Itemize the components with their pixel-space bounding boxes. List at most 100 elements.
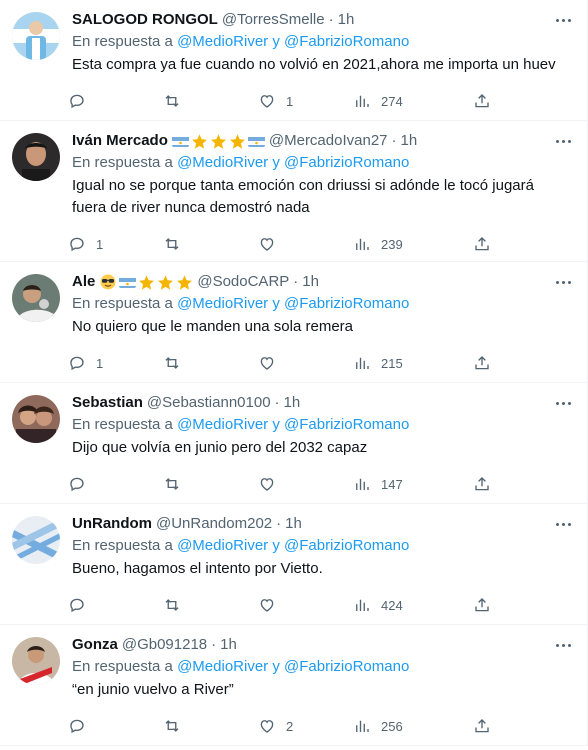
display-name[interactable]: Gonza [72,635,118,655]
star-icon [176,274,193,291]
share-button[interactable] [473,717,491,735]
reply-mention[interactable]: @FabrizioRomano [284,154,409,171]
reply-mention[interactable]: @FabrizioRomano [284,537,409,554]
reply-mention[interactable]: @MedioRiver [177,154,268,171]
more-options-icon[interactable] [553,12,573,28]
reply-count: 1 [96,236,104,252]
share-icon [475,719,489,733]
user-handle[interactable]: @UnRandom202 [156,514,272,534]
more-options-icon[interactable] [553,133,573,149]
display-name[interactable]: UnRandom [72,514,152,534]
timestamp[interactable]: 1h [338,10,355,30]
tweet[interactable]: Ale @SodoCARP · 1h En respuesta a @Medio… [0,262,587,383]
display-name[interactable]: SALOGOD RONGOL [72,10,218,30]
like-button[interactable] [258,596,353,614]
views-button[interactable]: 256 [353,717,473,735]
display-name[interactable]: Iván Mercado [72,131,168,151]
timestamp[interactable]: 1h [220,635,237,655]
avatar[interactable] [12,637,60,685]
user-handle[interactable]: @TorresSmelle [222,10,325,30]
reply-mention[interactable]: @FabrizioRomano [284,295,409,312]
reply-mention[interactable]: @FabrizioRomano [284,416,409,433]
like-button[interactable]: 2 [258,717,353,735]
retweet-button[interactable] [163,596,258,614]
reply-button[interactable] [68,92,163,110]
reply-context: En respuesta a @MedioRiver y @FabrizioRo… [72,31,571,53]
argentina-flag-icon [119,276,137,288]
user-handle[interactable]: @MercadoIvan27 [269,131,388,151]
timestamp[interactable]: 1h [302,272,319,292]
tweet[interactable]: Gonza @Gb091218 · 1h En respuesta a @Med… [0,625,587,746]
avatar[interactable] [12,133,60,181]
reply-mention[interactable]: @FabrizioRomano [284,33,409,50]
reply-button[interactable] [68,475,163,493]
display-name[interactable]: Sebastian [72,393,143,413]
retweet-icon [165,357,179,369]
more-options-icon[interactable] [553,637,573,653]
heart-icon [260,238,274,251]
tweet-text: Esta compra ya fue cuando no volvió en 2… [72,56,556,73]
more-options-icon[interactable] [553,274,573,290]
sunglasses-face-icon [99,273,117,291]
user-handle[interactable]: @Gb091218 [122,635,207,655]
like-count: 1 [286,93,294,109]
tweet-text: Igual no se porque tanta emoción con dri… [72,177,534,216]
share-icon [475,598,489,612]
reply-mention[interactable]: @MedioRiver [177,537,268,554]
retweet-button[interactable] [163,235,258,253]
retweet-button[interactable] [163,92,258,110]
views-count: 256 [381,718,403,734]
timestamp[interactable]: 1h [284,393,301,413]
tweet[interactable]: Sebastian @Sebastiann0100 · 1h En respue… [0,383,587,504]
reply-mention[interactable]: @MedioRiver [177,33,268,50]
heart-icon [260,720,274,733]
like-button[interactable]: 1 [258,92,353,110]
star-icon [191,133,208,150]
tweet-actions: 147 [68,465,571,503]
retweet-button[interactable] [163,354,258,372]
reply-join: y [272,537,280,554]
reply-button[interactable]: 1 [68,235,163,253]
tweet[interactable]: SALOGOD RONGOL @TorresSmelle · 1h En res… [0,0,587,121]
tweet-actions: 424 [68,586,571,624]
reply-mention[interactable]: @MedioRiver [177,416,268,433]
like-button[interactable] [258,354,353,372]
avatar[interactable] [12,274,60,322]
reply-icon [70,94,84,109]
share-button[interactable] [473,596,491,614]
share-button[interactable] [473,354,491,372]
more-options-icon[interactable] [553,395,573,411]
tweet-actions: 1 239 [68,225,571,263]
tweet-text: Dijo que volvía en junio pero del 2032 c… [72,439,368,456]
avatar[interactable] [12,516,60,564]
views-button[interactable]: 147 [353,475,473,493]
timestamp[interactable]: 1h [401,131,418,151]
user-handle[interactable]: @SodoCARP [197,272,289,292]
views-button[interactable]: 274 [353,92,473,110]
share-button[interactable] [473,475,491,493]
reply-button[interactable] [68,596,163,614]
replies-feed: SALOGOD RONGOL @TorresSmelle · 1h En res… [0,0,588,746]
views-button[interactable]: 239 [353,235,473,253]
reply-button[interactable]: 1 [68,354,163,372]
more-options-icon[interactable] [553,516,573,532]
reply-mention[interactable]: @MedioRiver [177,658,268,675]
reply-mention[interactable]: @FabrizioRomano [284,658,409,675]
tweet[interactable]: Iván Mercado @MercadoIvan27 · 1h En resp… [0,121,587,262]
retweet-button[interactable] [163,475,258,493]
like-button[interactable] [258,235,353,253]
tweet[interactable]: UnRandom @UnRandom202 · 1h En respuesta … [0,504,587,625]
avatar[interactable] [12,395,60,443]
share-button[interactable] [473,235,491,253]
avatar[interactable] [12,12,60,60]
share-button[interactable] [473,92,491,110]
timestamp[interactable]: 1h [285,514,302,534]
display-name[interactable]: Ale [72,272,95,292]
like-button[interactable] [258,475,353,493]
user-handle[interactable]: @Sebastiann0100 [147,393,271,413]
retweet-button[interactable] [163,717,258,735]
reply-button[interactable] [68,717,163,735]
reply-mention[interactable]: @MedioRiver [177,295,268,312]
views-button[interactable]: 424 [353,596,473,614]
views-button[interactable]: 215 [353,354,473,372]
